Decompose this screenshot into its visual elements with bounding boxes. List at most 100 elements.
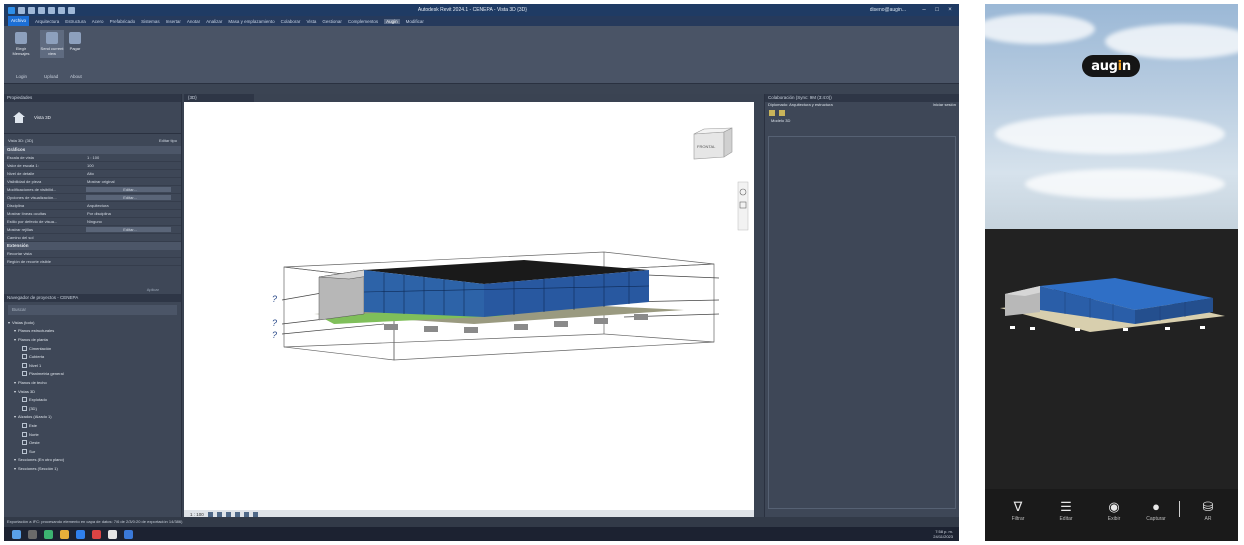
toolbar-button-editar[interactable]: ☰ Editar	[1051, 499, 1081, 522]
expand-icon[interactable]: ▾	[8, 320, 10, 325]
property-value[interactable]: Ninguno	[84, 218, 181, 225]
viewcube[interactable]: FRONTAL	[693, 127, 733, 160]
tab-vista[interactable]: Vista	[306, 19, 316, 24]
view-3d-canvas[interactable]: ? ? ? FRONTAL	[184, 102, 754, 510]
browser-item[interactable]: ▾ Secciones (Sección 1)	[4, 464, 181, 473]
crop-icon[interactable]	[243, 511, 249, 517]
browser-item[interactable]: ▾ Planos de planta	[4, 335, 181, 344]
collab-tree-item[interactable]: Modelo 3D	[765, 118, 959, 123]
tab-analizar[interactable]: Analizar	[206, 19, 222, 24]
refresh-icon[interactable]	[779, 110, 785, 116]
toolbar-button-ar[interactable]: ⛁ AR	[1193, 499, 1223, 522]
browser-item[interactable]: ▾ Vistas (todo)	[4, 318, 181, 327]
revit-task-icon[interactable]	[108, 529, 117, 539]
property-value[interactable]: Arquitectura	[84, 202, 181, 209]
tab-masa-y-emplazamiento[interactable]: Masa y emplazamiento	[228, 19, 274, 24]
tab-complementos[interactable]: Complementos	[348, 19, 378, 24]
tab-gestionar[interactable]: Gestionar	[322, 19, 342, 24]
temporary-hide-icon[interactable]	[252, 511, 258, 517]
app-icon-3[interactable]	[124, 529, 133, 539]
tab-prefabricado[interactable]: Prefabricado	[110, 19, 136, 24]
detail-level-icon[interactable]	[207, 511, 213, 517]
tab-augin[interactable]: Augin	[384, 18, 400, 24]
tab-modificar[interactable]: Modificar	[406, 19, 424, 24]
explorer-icon[interactable]	[60, 529, 69, 539]
open-icon[interactable]	[18, 6, 25, 14]
shadows-icon[interactable]	[234, 511, 240, 517]
property-edit-button[interactable]: Editar...	[86, 195, 171, 200]
toolbar-button-capturar[interactable]: ● Capturar	[1141, 499, 1171, 522]
browser-item[interactable]: ▾ Secciones (En otro plano)	[4, 456, 181, 465]
toolbar-button-exibir[interactable]: ◉ Exibir	[1099, 499, 1129, 522]
expand-icon[interactable]: ▾	[14, 337, 16, 342]
browser-item[interactable]: Cubierta	[4, 352, 181, 361]
maximize-icon[interactable]: □	[932, 7, 942, 13]
property-checkbox[interactable]	[84, 250, 181, 257]
tab-anotar[interactable]: Anotar	[187, 19, 200, 24]
expand-icon[interactable]: ▾	[14, 380, 16, 385]
browser-item[interactable]: {3D}	[4, 404, 181, 413]
property-value[interactable]	[84, 234, 181, 241]
undo-icon[interactable]	[38, 6, 45, 14]
text-icon[interactable]	[68, 6, 75, 14]
browser-item[interactable]: ▾ Planos de techo	[4, 378, 181, 387]
apply-button[interactable]: Aplicar	[147, 287, 159, 292]
category-graphics[interactable]: Gráficos	[4, 146, 181, 154]
view-scale[interactable]: 1 : 100	[190, 512, 204, 517]
browser-item[interactable]: Este	[4, 421, 181, 430]
property-value[interactable]: Alto	[84, 170, 181, 177]
browser-item[interactable]: Oeste	[4, 438, 181, 447]
browser-item[interactable]: Sur	[4, 447, 181, 456]
app-icon-1[interactable]	[76, 529, 85, 539]
tab-colaborar[interactable]: Colaborar	[281, 19, 301, 24]
toolbar-button-filtrar[interactable]: ∇ Filtrar	[1003, 499, 1033, 522]
browser-item[interactable]: Planimetría general	[4, 370, 181, 379]
tab-insertar[interactable]: Insertar	[166, 19, 181, 24]
messages-button[interactable]: Elegir Mensajes	[8, 32, 34, 56]
expand-icon[interactable]: ▾	[14, 414, 16, 419]
pay-button[interactable]: Pagar	[66, 32, 84, 51]
search-icon[interactable]	[28, 529, 37, 539]
visual-style-icon[interactable]	[216, 511, 222, 517]
ar-building-model[interactable]	[985, 264, 1238, 354]
expand-icon[interactable]: ▾	[14, 466, 16, 471]
minimize-icon[interactable]: –	[919, 7, 929, 13]
tab-view-3d[interactable]: {3D}	[184, 94, 254, 102]
property-value[interactable]: 1 : 100	[84, 154, 181, 161]
redo-icon[interactable]	[48, 6, 55, 14]
browser-item[interactable]: Nivel 1	[4, 361, 181, 370]
property-edit-button[interactable]: Editar...	[86, 187, 171, 192]
browser-item[interactable]: Cimentación	[4, 344, 181, 353]
tab-archivo[interactable]: Archivo	[8, 16, 30, 26]
app-icon-2[interactable]	[92, 529, 101, 539]
expand-icon[interactable]: ▾	[14, 328, 16, 333]
tab-arquitectura[interactable]: Arquitectura	[35, 19, 59, 24]
expand-icon[interactable]: ▾	[14, 389, 16, 394]
category-extents[interactable]: Extensión	[4, 242, 181, 250]
system-clock[interactable]: 7:58 p. m. 24/11/2023	[933, 529, 959, 539]
property-value[interactable]: Por disciplina	[84, 210, 181, 217]
tab-estructura[interactable]: Estructura	[65, 19, 86, 24]
close-icon[interactable]: ×	[945, 7, 955, 13]
edit-type-button[interactable]: Editar tipo	[159, 138, 177, 143]
sun-path-icon[interactable]	[225, 511, 231, 517]
tab-sistemas[interactable]: Sistemas	[141, 19, 160, 24]
start-icon[interactable]	[12, 529, 21, 539]
browser-item[interactable]: Explotado	[4, 395, 181, 404]
instance-selector[interactable]: Vista 3D: {3D}	[8, 138, 33, 143]
property-edit-button[interactable]: Editar...	[86, 227, 171, 232]
property-checkbox[interactable]	[84, 258, 181, 265]
revit-logo-icon[interactable]	[8, 6, 15, 14]
property-value[interactable]: 100	[84, 162, 181, 169]
browser-item[interactable]: Norte	[4, 430, 181, 439]
tab-acero[interactable]: Acero	[92, 19, 104, 24]
folder-icon[interactable]	[769, 110, 775, 116]
save-icon[interactable]	[28, 6, 35, 14]
browser-item[interactable]: ▾ Vistas 3D	[4, 387, 181, 396]
browser-item[interactable]: ▾ Alzados (Alzado 1)	[4, 413, 181, 422]
chrome-icon[interactable]	[44, 529, 53, 539]
type-selector[interactable]: Vista 3D	[4, 102, 181, 134]
sign-in[interactable]: diseno@augin...	[870, 7, 906, 13]
send-view-button[interactable]: Send current view	[40, 30, 64, 58]
property-value[interactable]: Mostrar original	[84, 178, 181, 185]
